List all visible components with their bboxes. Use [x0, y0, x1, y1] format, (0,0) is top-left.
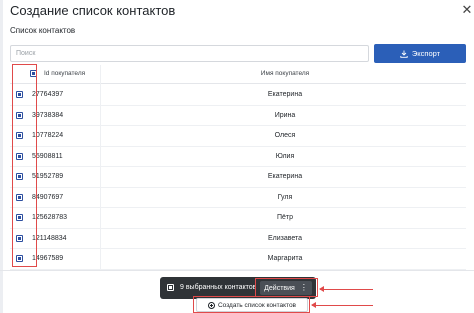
row-checkbox[interactable]	[16, 214, 23, 221]
export-button[interactable]: Экспорт	[374, 44, 466, 63]
row-checkbox[interactable]	[16, 132, 23, 139]
table-row[interactable]: 51952789 Екатерина	[10, 167, 466, 188]
customer-id: 39738384	[32, 111, 64, 119]
customer-id: 121148834	[32, 234, 67, 242]
selected-count-text: 9 выбранных контактов	[180, 284, 257, 291]
table-header: Id покупателя Имя покупателя	[10, 65, 466, 84]
customer-id: 125628783	[32, 214, 68, 221]
customer-id: 84907697	[32, 193, 64, 201]
table-row[interactable]: 14967589 Маргарита	[10, 249, 466, 270]
customer-id: 10778224	[32, 132, 64, 139]
table-row[interactable]: 84907697 Гуля	[10, 188, 466, 208]
table-row[interactable]: 10778224 Олеся	[10, 126, 466, 147]
create-contact-list-button[interactable]: Создать список контактов	[196, 298, 308, 312]
table-row[interactable]: 125628783 Пётр	[10, 208, 466, 229]
search-input[interactable]	[10, 45, 369, 62]
export-label: Экспорт	[411, 49, 441, 58]
annotation-arrow-actions	[319, 286, 373, 292]
row-checkbox[interactable]	[16, 255, 23, 262]
customer-name: Екатерина	[267, 173, 303, 180]
table-row[interactable]: 121148834 Елизавета	[10, 229, 466, 249]
row-checkbox[interactable]	[16, 234, 23, 242]
create-list-label: Создать список контактов	[217, 301, 297, 309]
table-row[interactable]: 27764397 Екатерина	[10, 85, 466, 106]
customer-id: 55908811	[32, 152, 63, 160]
customer-id: 27764397	[32, 91, 64, 98]
selection-action-bar: 9 выбранных контактов Действия ⋮	[160, 277, 316, 299]
customer-name: Маргарита	[267, 255, 303, 262]
customer-id: 14967589	[32, 255, 64, 262]
dialog-title: Создание список контактов	[10, 3, 176, 18]
table-row[interactable]: 55908811 Юлия	[10, 147, 466, 167]
row-checkbox[interactable]	[16, 91, 23, 98]
customer-name: Ирина	[274, 111, 296, 119]
row-checkbox[interactable]	[16, 193, 23, 201]
customer-id: 51952789	[32, 173, 64, 180]
customer-name: Пётр	[276, 214, 294, 221]
plus-circle-icon	[207, 301, 215, 309]
more-vertical-icon: ⋮	[299, 283, 308, 292]
annotation-arrow-create	[311, 302, 373, 308]
row-checkbox[interactable]	[16, 173, 23, 180]
customer-name: Олеся	[274, 132, 296, 139]
column-header-id[interactable]: Id покупателя	[44, 70, 85, 77]
select-all-checkbox[interactable]	[30, 70, 37, 77]
customer-name: Екатерина	[267, 91, 303, 98]
background-strip	[0, 0, 3, 313]
customer-name: Юлия	[275, 152, 295, 160]
dialog-header: Создание список контактов ✕	[0, 0, 474, 22]
section-title: Список контактов	[10, 26, 76, 35]
close-icon[interactable]: ✕	[461, 3, 473, 17]
actions-button[interactable]: Действия ⋮	[260, 281, 312, 295]
table-bottom-divider	[0, 270, 474, 271]
download-icon	[400, 50, 408, 58]
row-checkbox[interactable]	[16, 152, 23, 160]
column-header-name[interactable]: Имя покупателя	[170, 70, 400, 77]
table-row[interactable]: 39738384 Ирина	[10, 106, 466, 126]
row-checkbox[interactable]	[16, 111, 23, 119]
customer-name: Елизавета	[267, 234, 303, 242]
customer-name: Гуля	[277, 193, 293, 201]
create-contact-list-dialog: Создание список контактов ✕ Список конта…	[0, 0, 474, 313]
actions-label: Действия	[264, 284, 295, 292]
bulk-select-checkbox[interactable]	[167, 284, 174, 291]
